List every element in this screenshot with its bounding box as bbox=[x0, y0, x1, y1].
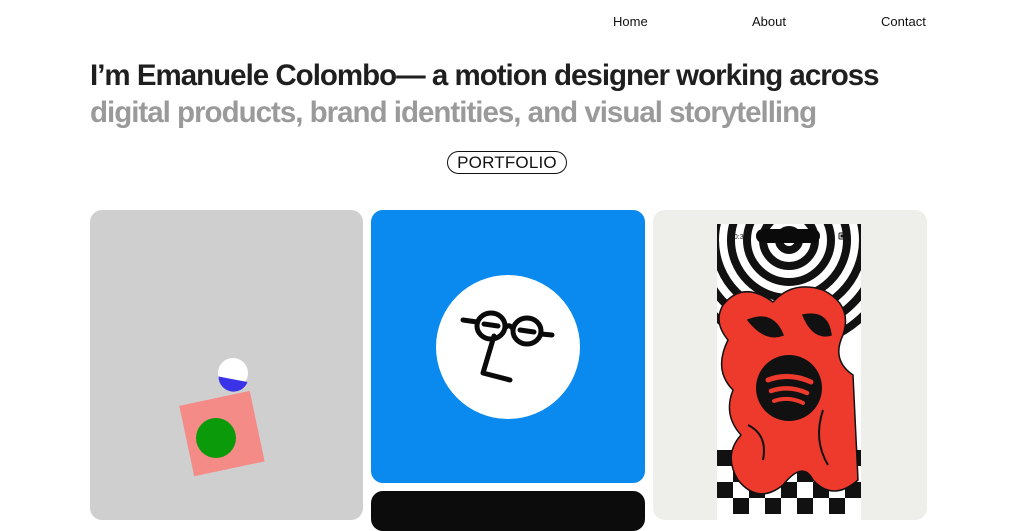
nav-home-link[interactable]: Home bbox=[613, 14, 648, 29]
hero-intro: I’m Emanuele Colombo— a motion designer … bbox=[90, 57, 940, 131]
spotify-icon bbox=[756, 355, 822, 421]
white-circle-badge bbox=[436, 275, 580, 419]
phone-status-time: 10:30 bbox=[730, 234, 748, 241]
hero-line-secondary: digital products, brand identities, and … bbox=[90, 96, 817, 129]
portfolio-card-shapes[interactable] bbox=[90, 210, 363, 520]
nav-about-link[interactable]: About bbox=[752, 14, 786, 29]
shapes-artwork bbox=[179, 358, 265, 477]
phone-notch bbox=[756, 229, 820, 243]
portfolio-card-dark[interactable] bbox=[371, 491, 645, 531]
portfolio-card-spotify-poster[interactable]: 10:30 bbox=[653, 210, 927, 520]
portfolio-card-face-logo[interactable] bbox=[371, 210, 645, 483]
nav-contact-link[interactable]: Contact bbox=[881, 14, 926, 29]
phone-poster-artwork: 10:30 bbox=[717, 224, 861, 520]
green-circle-shape bbox=[196, 418, 236, 458]
top-nav: Home About Contact bbox=[0, 14, 1024, 32]
portfolio-button[interactable]: PORTFOLIO bbox=[447, 151, 567, 174]
hero-line-primary: I’m Emanuele Colombo— a motion designer … bbox=[90, 59, 880, 92]
face-logo-artwork bbox=[436, 275, 580, 419]
